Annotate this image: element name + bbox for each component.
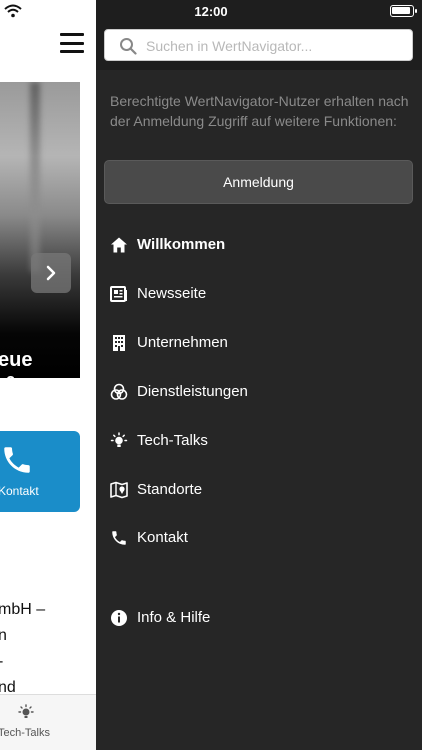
menu-item-kontakt[interactable]: Kontakt xyxy=(96,518,422,558)
menu-label: Dienstleistungen xyxy=(137,383,248,400)
carousel-next-button[interactable] xyxy=(31,253,71,293)
side-drawer: 12:00 Suchen in WertNavigator... Berecht… xyxy=(96,0,422,750)
menu-item-willkommen[interactable]: Willkommen xyxy=(96,225,422,265)
phone-icon xyxy=(4,447,30,473)
lightbulb-icon xyxy=(110,432,128,447)
lightbulb-icon[interactable] xyxy=(17,704,35,722)
info-icon xyxy=(111,610,127,626)
search-placeholder: Suchen in WertNavigator... xyxy=(146,38,313,54)
drawer-header: 12:00 Suchen in WertNavigator... xyxy=(96,0,422,70)
background-page: eue & Kontakt mbH – n - nd Tech-Talks xyxy=(0,0,96,750)
menu-label: Willkommen xyxy=(137,236,226,253)
menu-label: Newsseite xyxy=(137,285,207,302)
newspaper-icon xyxy=(110,286,127,302)
menu-item-standorte[interactable]: Standorte xyxy=(96,470,422,510)
menu-item-tech-talks[interactable]: Tech-Talks xyxy=(96,421,422,461)
menu-label: Unternehmen xyxy=(137,334,228,351)
hero-image: eue & xyxy=(0,82,80,378)
menu-label: Kontakt xyxy=(137,529,188,546)
hamburger-menu-button[interactable] xyxy=(60,33,84,53)
menu-item-unternehmen[interactable]: Unternehmen xyxy=(96,323,422,363)
home-icon xyxy=(111,237,127,253)
battery-icon xyxy=(390,5,417,17)
contact-tile-label: Kontakt xyxy=(0,484,39,498)
menu-label: Info & Hilfe xyxy=(137,609,211,626)
menu-label: Tech-Talks xyxy=(137,432,208,449)
hero-title: eue & xyxy=(0,349,33,378)
tab-label-tech-talks[interactable]: Tech-Talks xyxy=(0,727,50,739)
login-button[interactable]: Anmeldung xyxy=(104,160,413,204)
search-input[interactable]: Suchen in WertNavigator... xyxy=(104,29,413,61)
menu-label: Standorte xyxy=(137,481,203,498)
menu-item-info-hilfe[interactable]: Info & Hilfe xyxy=(96,598,422,638)
login-info-text: Berechtigte WertNavigator-Nutzer erhalte… xyxy=(110,93,409,129)
page-body-text: mbH – n - nd xyxy=(0,601,46,696)
menu-item-dienstleistungen[interactable]: Dienstleistungen xyxy=(96,372,422,412)
phone-icon xyxy=(112,531,126,545)
contact-tile[interactable]: Kontakt xyxy=(0,431,80,512)
map-icon xyxy=(110,481,128,499)
wifi-icon xyxy=(4,4,22,18)
status-time: 12:00 xyxy=(194,4,228,19)
services-icon xyxy=(110,383,128,400)
search-icon xyxy=(120,38,137,55)
menu-item-newsseite[interactable]: Newsseite xyxy=(96,274,422,314)
bottom-tab-bar: Tech-Talks xyxy=(0,694,96,750)
chevron-right-icon xyxy=(46,265,56,281)
building-icon xyxy=(113,335,125,351)
